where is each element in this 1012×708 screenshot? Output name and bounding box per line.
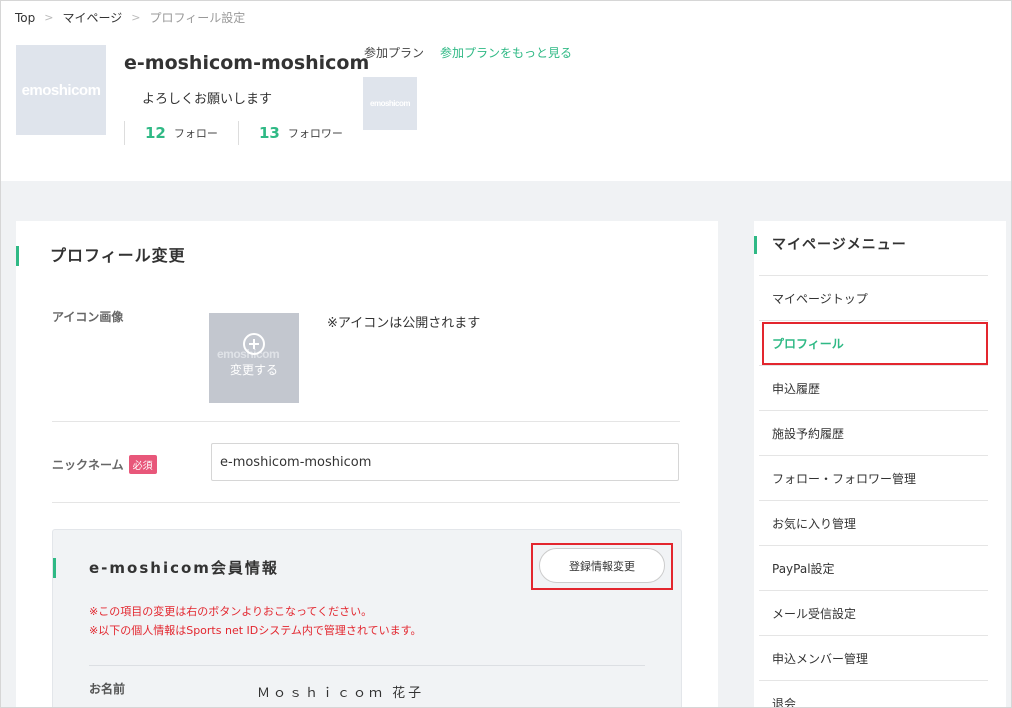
mypage-side-menu: マイページメニュー マイページトップ プロフィール 申込履歴 施設予約履歴 フォ… <box>754 221 1006 707</box>
more-plans-link[interactable]: 参加プランをもっと見る <box>440 44 572 61</box>
sidebar-item-members[interactable]: 申込メンバー管理 <box>759 635 988 680</box>
divider <box>52 502 680 503</box>
plan-label: 参加プラン <box>364 46 425 60</box>
sidebar-item-application-history[interactable]: 申込履歴 <box>759 365 988 410</box>
breadcrumb-separator: > <box>44 11 54 24</box>
breadcrumb: Top > マイページ > プロフィール設定 <box>15 9 245 26</box>
name-value: Ｍｏｓｈｉｃｏｍ 花子 <box>257 686 425 701</box>
plan-thumbnail[interactable]: emoshicom <box>363 77 417 130</box>
profile-header: Top > マイページ > プロフィール設定 emoshicom e-moshi… <box>1 1 1011 181</box>
follower-label: フォロワー <box>287 127 343 140</box>
sidebar-item-paypal[interactable]: PayPal設定 <box>759 545 988 590</box>
follow-count: 12 <box>145 124 166 142</box>
follower-count-link[interactable]: 13 フォロワー <box>238 121 343 145</box>
profile-menu-highlight <box>762 322 988 365</box>
avatar-logo: emoshicom <box>21 81 101 99</box>
section-title: プロフィール変更 <box>16 246 186 266</box>
member-info-title: e-moshicom会員情報 <box>53 558 279 578</box>
member-warning-1: ※この項目の変更は右のボタンよりおこなってください。 <box>89 605 373 618</box>
member-warning-2: ※以下の個人情報はSports net IDシステム内で管理されています。 <box>89 624 422 637</box>
breadcrumb-mypage[interactable]: マイページ <box>62 9 122 26</box>
avatar: emoshicom <box>16 45 106 135</box>
follow-count-link[interactable]: 12 フォロー <box>124 121 218 145</box>
sidebar-item-mypage-top[interactable]: マイページトップ <box>759 275 988 320</box>
sidebar-item-facility-booking-history[interactable]: 施設予約履歴 <box>759 410 988 455</box>
icon-public-note: ※アイコンは公開されます <box>327 316 481 331</box>
user-name: e-moshicom-moshicom <box>124 52 370 74</box>
breadcrumb-top[interactable]: Top <box>15 11 35 25</box>
icon-image-label: アイコン画像 <box>52 310 124 324</box>
page-frame: Top > マイページ > プロフィール設定 emoshicom e-moshi… <box>0 0 1012 708</box>
side-menu-title: マイページメニュー <box>754 236 907 254</box>
sidebar-item-follow-management[interactable]: フォロー・フォロワー管理 <box>759 455 988 500</box>
divider <box>89 665 645 666</box>
nickname-input[interactable] <box>211 443 679 481</box>
plus-circle-icon <box>243 332 265 355</box>
sidebar-item-mail-settings[interactable]: メール受信設定 <box>759 590 988 635</box>
breadcrumb-separator: > <box>131 11 141 24</box>
sidebar-item-favorites[interactable]: お気に入り管理 <box>759 500 988 545</box>
required-badge: 必須 <box>128 455 157 474</box>
icon-upload-button[interactable]: emoshicom 変更する <box>209 313 299 403</box>
edit-registration-button[interactable]: 登録情報変更 <box>539 548 665 583</box>
breadcrumb-current: プロフィール設定 <box>149 11 246 25</box>
divider <box>52 421 680 422</box>
sidebar-item-withdraw[interactable]: 退会 <box>759 680 988 707</box>
nickname-label: ニックネーム 必須 <box>52 455 157 474</box>
nickname-label-text: ニックネーム <box>52 458 124 472</box>
member-info-box: e-moshicom会員情報 登録情報変更 ※この項目の変更は右のボタンよりおこ… <box>52 529 682 707</box>
follow-label: フォロー <box>173 127 218 140</box>
plan-thumbnail-logo: emoshicom <box>370 99 410 108</box>
icon-change-label: 変更する <box>229 362 278 377</box>
profile-edit-card: プロフィール変更 アイコン画像 emoshicom 変更する ※アイコンは公開さ… <box>16 221 718 707</box>
follower-count: 13 <box>259 124 280 142</box>
user-bio: よろしくお願いします <box>142 92 273 107</box>
name-label: お名前 <box>89 682 126 696</box>
